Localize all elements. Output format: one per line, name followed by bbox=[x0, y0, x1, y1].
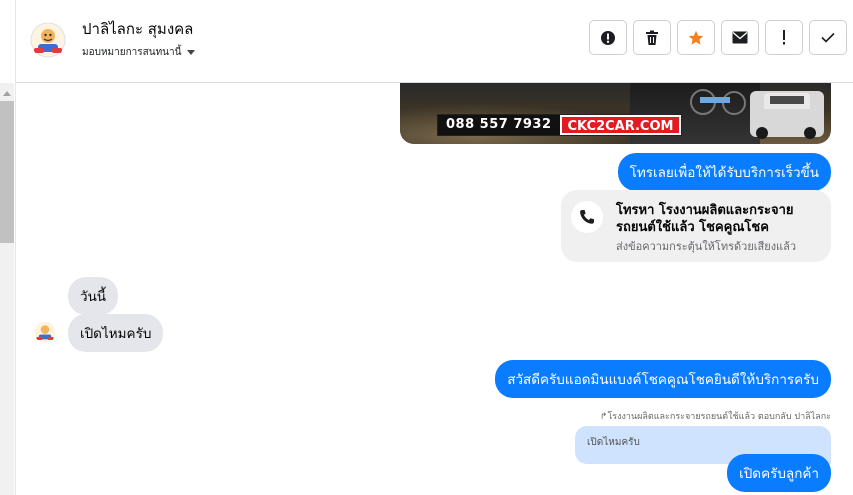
call-card-title: โทรหา โรงงานผลิตและกระจายรถยนต์ใช้แล้ว โ… bbox=[616, 203, 794, 235]
alert-circle-icon bbox=[601, 30, 615, 45]
message-outgoing-greeting[interactable]: สวัสดีครับแอดมินแบงค์โชคคูณโชคยินดีให้บร… bbox=[495, 360, 831, 398]
envelope-icon bbox=[732, 31, 748, 44]
reply-meta: ↱โรงงานผลิตและกระจายรถยนต์ใช้แล้ว ตอบกลั… bbox=[599, 412, 831, 422]
mark-important-button[interactable] bbox=[765, 20, 803, 55]
scroll-thumb[interactable] bbox=[0, 101, 14, 243]
phone-icon bbox=[571, 201, 603, 233]
truck-image bbox=[750, 91, 824, 139]
call-card-subtitle: ส่งข้อความกระตุ้นให้โทรด้วยเสียงแล้ว bbox=[616, 240, 797, 253]
email-button[interactable] bbox=[721, 20, 759, 55]
message-outgoing-cta[interactable]: โทรเลยเพื่อให้ได้รับบริการเร็วขึ้น bbox=[617, 153, 831, 191]
advert-website: CKC2CAR.COM bbox=[559, 115, 682, 135]
assign-conversation-dropdown[interactable]: มอบหมายการสนทนานี้ bbox=[82, 45, 196, 60]
star-button[interactable] bbox=[677, 20, 715, 55]
mark-spam-button[interactable] bbox=[589, 20, 627, 55]
conversation-header: ปาลิไลกะ สุมงคล มอบหมายการสนทนานี้ bbox=[16, 0, 853, 83]
mark-done-button[interactable] bbox=[809, 20, 847, 55]
message-incoming-today[interactable]: วันนี้ bbox=[68, 277, 119, 315]
message-scrollbar[interactable] bbox=[0, 83, 14, 495]
star-icon bbox=[688, 30, 704, 45]
contact-avatar[interactable] bbox=[30, 22, 66, 58]
advert-contact-strip: 088 557 7932 CKC2CAR.COM bbox=[437, 114, 683, 136]
call-request-card[interactable]: โทรหา โรงงานผลิตและกระจายรถยนต์ใช้แล้ว โ… bbox=[561, 190, 831, 262]
assign-label: มอบหมายการสนทนานี้ bbox=[82, 47, 182, 58]
delete-button[interactable] bbox=[633, 20, 671, 55]
trash-icon bbox=[646, 30, 658, 45]
contact-avatar-small bbox=[34, 321, 56, 343]
advert-phone: 088 557 7932 bbox=[438, 115, 560, 135]
header-actions bbox=[589, 20, 847, 55]
message-incoming-open[interactable]: เปิดไหมครับ bbox=[68, 314, 164, 352]
chevron-down-icon bbox=[187, 50, 196, 55]
contact-name: ปาลิไลกะ สุมงคล bbox=[82, 20, 194, 38]
exclamation-icon bbox=[783, 30, 785, 45]
check-icon bbox=[821, 32, 835, 43]
car-advert-image[interactable]: 088 557 7932 CKC2CAR.COM bbox=[400, 83, 831, 144]
message-outgoing-reply[interactable]: เปิดครับลูกค้า bbox=[727, 454, 831, 492]
scroll-up-arrow-icon[interactable] bbox=[3, 91, 11, 96]
